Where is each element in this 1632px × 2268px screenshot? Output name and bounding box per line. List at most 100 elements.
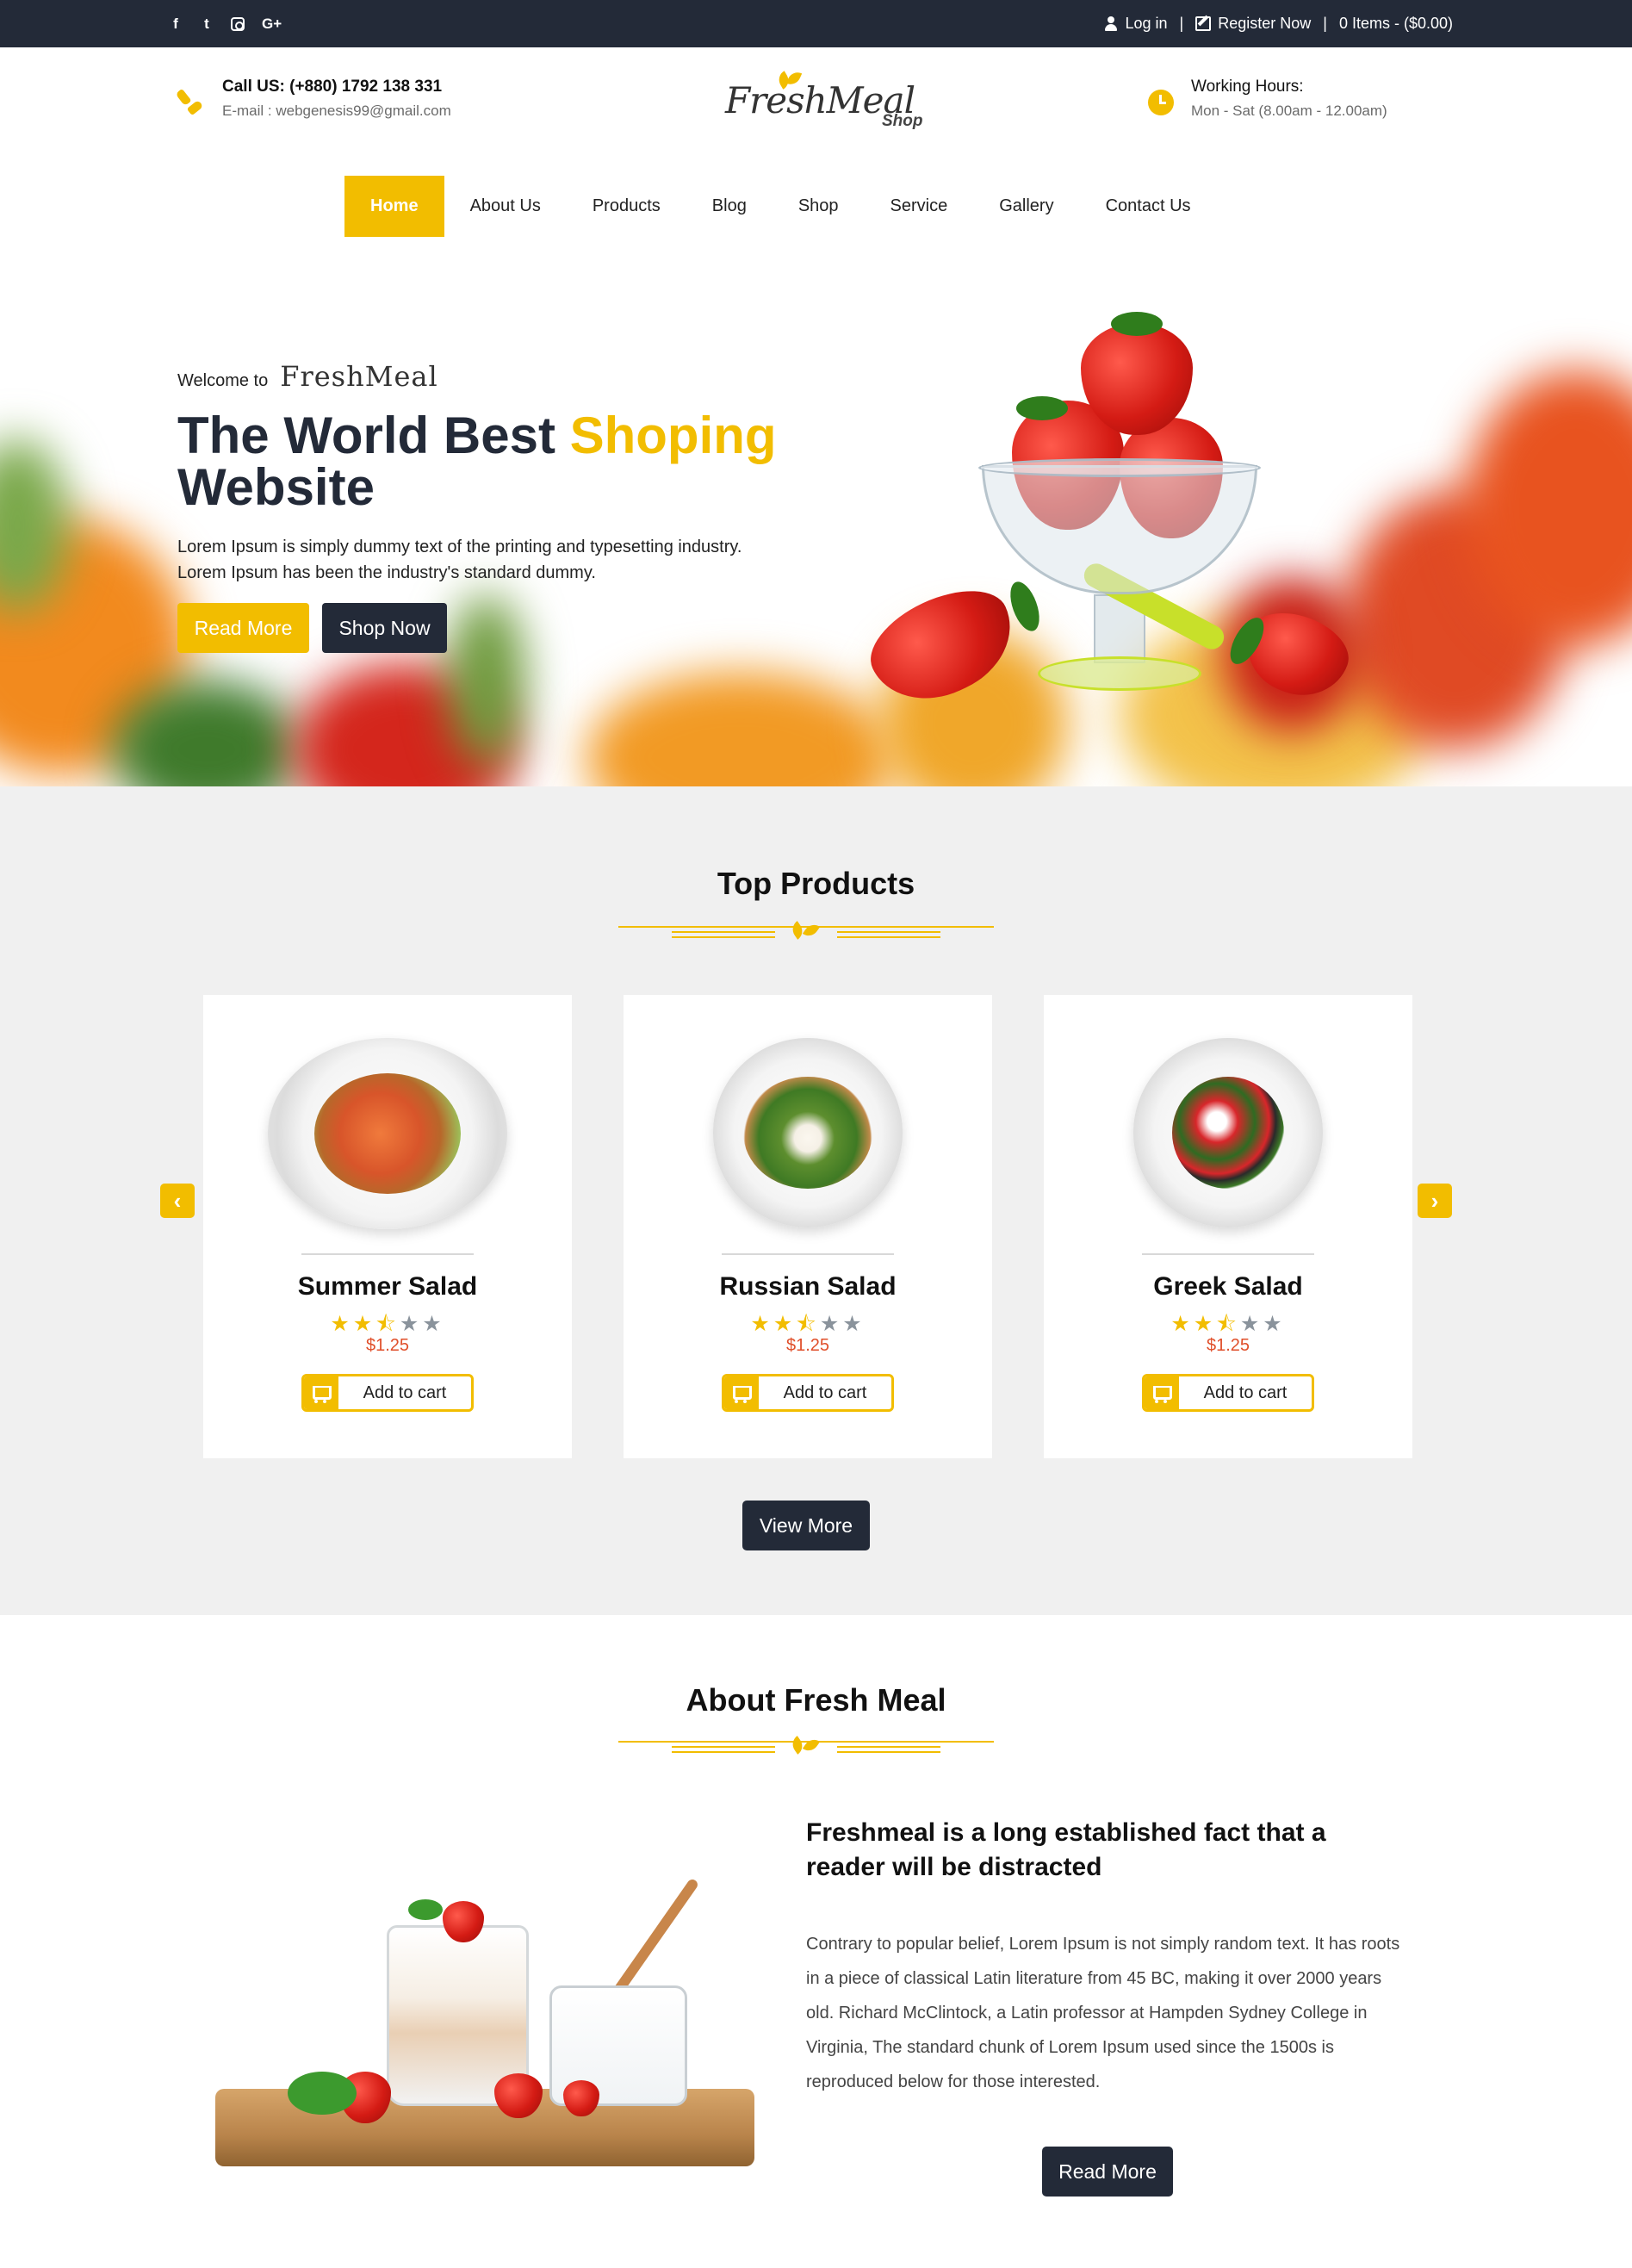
add-to-cart-button[interactable]: Add to cart [301,1374,474,1412]
hero-title-highlight: Shoping [569,407,777,464]
star-icon: ★ [422,1312,445,1336]
register-label: Register Now [1218,15,1312,32]
main-nav: Home About Us Products Blog Shop Service… [344,176,1217,237]
leaf-icon [788,919,822,943]
glass-bowl [982,465,1257,594]
summer-salad-image [268,1038,507,1229]
product-card[interactable]: Russian Salad ★★⯪★★ $1.25 Add to cart [624,995,992,1458]
nav-item-gallery[interactable]: Gallery [973,176,1079,237]
section-title: About Fresh Meal [686,1682,946,1718]
carousel-next-button[interactable]: › [1418,1184,1452,1218]
star-icon: ★ [330,1312,353,1336]
phone-icon [176,88,205,117]
star-icon: ★ [352,1312,376,1336]
title-divider [618,1729,994,1763]
hero-title: The World Best Shoping Website [177,410,832,513]
separator: | [1179,15,1184,32]
star-icon: ★ [819,1312,843,1336]
hero-content: Welcome to FreshMeal The World Best Shop… [177,360,832,653]
product-name[interactable]: Greek Salad [1044,1272,1412,1302]
cart-summary-link[interactable]: 0 Items - ($0.00) [1339,15,1453,33]
add-to-cart-button[interactable]: Add to cart [1142,1374,1314,1412]
login-link[interactable]: Log in [1104,15,1168,33]
hero-background-produce [586,672,896,786]
add-to-cart-label: Add to cart [363,1383,447,1402]
hero-description: Lorem Ipsum is simply dummy text of the … [177,537,742,582]
google-plus-icon[interactable]: G+ [262,16,282,33]
divider [1142,1253,1314,1255]
add-to-cart-button[interactable]: Add to cart [722,1374,894,1412]
star-icon: ★ [750,1312,773,1336]
working-hours-label: Working Hours: [1191,78,1304,96]
add-to-cart-label: Add to cart [783,1383,867,1402]
strawberry-leaf [1111,312,1163,336]
strawberry-leaf [1004,578,1046,635]
account-links: Log in | Register Now | 0 Items - ($0.00… [1104,0,1453,47]
top-products-section: Top Products ‹ › Summer Salad ★★⯪★★ $1.2… [0,786,1632,1615]
call-us-label: Call US: (+880) 1792 138 331 [222,78,443,96]
cart-icon [724,1376,759,1409]
star-half-icon: ⯪ [375,1312,400,1336]
cart-icon [304,1376,338,1409]
star-icon: ★ [1170,1312,1194,1336]
shop-now-button[interactable]: Shop Now [322,603,447,653]
product-name[interactable]: Summer Salad [203,1272,572,1302]
nav-item-home[interactable]: Home [344,176,444,237]
site-logo[interactable]: FreshMeal Shop [722,69,928,138]
divider [722,1253,894,1255]
hero-banner: Welcome to FreshMeal The World Best Shop… [0,267,1632,786]
nav-item-shop[interactable]: Shop [773,176,865,237]
star-icon: ★ [1239,1312,1263,1336]
welcome-label: Welcome to [177,371,269,390]
product-card[interactable]: Summer Salad ★★⯪★★ $1.25 Add to cart [203,995,572,1458]
email-label[interactable]: E-mail : webgenesis99@gmail.com [222,98,451,124]
star-icon: ★ [1193,1312,1217,1336]
hero-buttons: Read More Shop Now [177,603,832,653]
separator: | [1323,15,1327,32]
about-heading: Freshmeal is a long established fact tha… [806,1818,1326,1881]
working-hours-value: Mon - Sat (8.00am - 12.00am) [1191,103,1387,119]
title-divider [618,914,994,948]
read-more-button[interactable]: Read More [177,603,309,653]
star-half-icon: ⯪ [1216,1312,1240,1336]
logo-shop-text: Shop [882,112,923,130]
mint-leaf [288,2072,357,2115]
welcome-line: Welcome to FreshMeal [177,360,832,393]
register-link[interactable]: Register Now [1195,15,1311,33]
twitter-icon[interactable]: t [200,16,214,33]
instagram-icon[interactable] [231,16,245,31]
social-links: f t G+ [169,0,282,47]
carousel-prev-button[interactable]: ‹ [160,1184,195,1218]
login-label: Log in [1125,15,1168,32]
product-name[interactable]: Russian Salad [624,1272,992,1302]
nav-item-products[interactable]: Products [567,176,686,237]
view-more-button[interactable]: View More [742,1501,870,1550]
working-hours: Working Hours: Mon - Sat (8.00am - 12.00… [1148,76,1387,124]
product-price: $1.25 [365,1336,410,1355]
product-card[interactable]: Greek Salad ★★⯪★★ $1.25 Add to cart [1044,995,1412,1458]
greek-salad-image [1133,1038,1323,1227]
nav-item-blog[interactable]: Blog [686,176,773,237]
mint-leaf [408,1899,443,1920]
product-price: $1.25 [1206,1336,1250,1355]
russian-salad-image [713,1038,903,1227]
divider [301,1253,474,1255]
glass-rim [978,458,1261,477]
section-title: Top Products [717,866,915,901]
hero-title-part2: Website [177,458,375,516]
star-icon: ★ [842,1312,866,1336]
about-body: Contrary to popular belief, Lorem Ipsum … [806,1935,1400,2091]
welcome-brand: FreshMeal [280,360,438,393]
cart-icon [1145,1376,1179,1409]
nav-item-service[interactable]: Service [865,176,974,237]
nav-item-contact-us[interactable]: Contact Us [1080,176,1217,237]
about-read-more-button[interactable]: Read More [1042,2147,1173,2197]
contact-info: Call US: (+880) 1792 138 331 E-mail : we… [176,76,451,124]
facebook-icon[interactable]: f [169,16,183,33]
yogurt-parfait-image [210,1873,761,2184]
top-bar: f t G+ Log in | Register Now | 0 Items -… [0,0,1632,47]
add-to-cart-label: Add to cart [1203,1383,1288,1402]
about-section: About Fresh Meal Freshmeal is a long est… [0,1615,1632,2268]
nav-item-about-us[interactable]: About Us [444,176,567,237]
star-half-icon: ⯪ [796,1312,820,1336]
